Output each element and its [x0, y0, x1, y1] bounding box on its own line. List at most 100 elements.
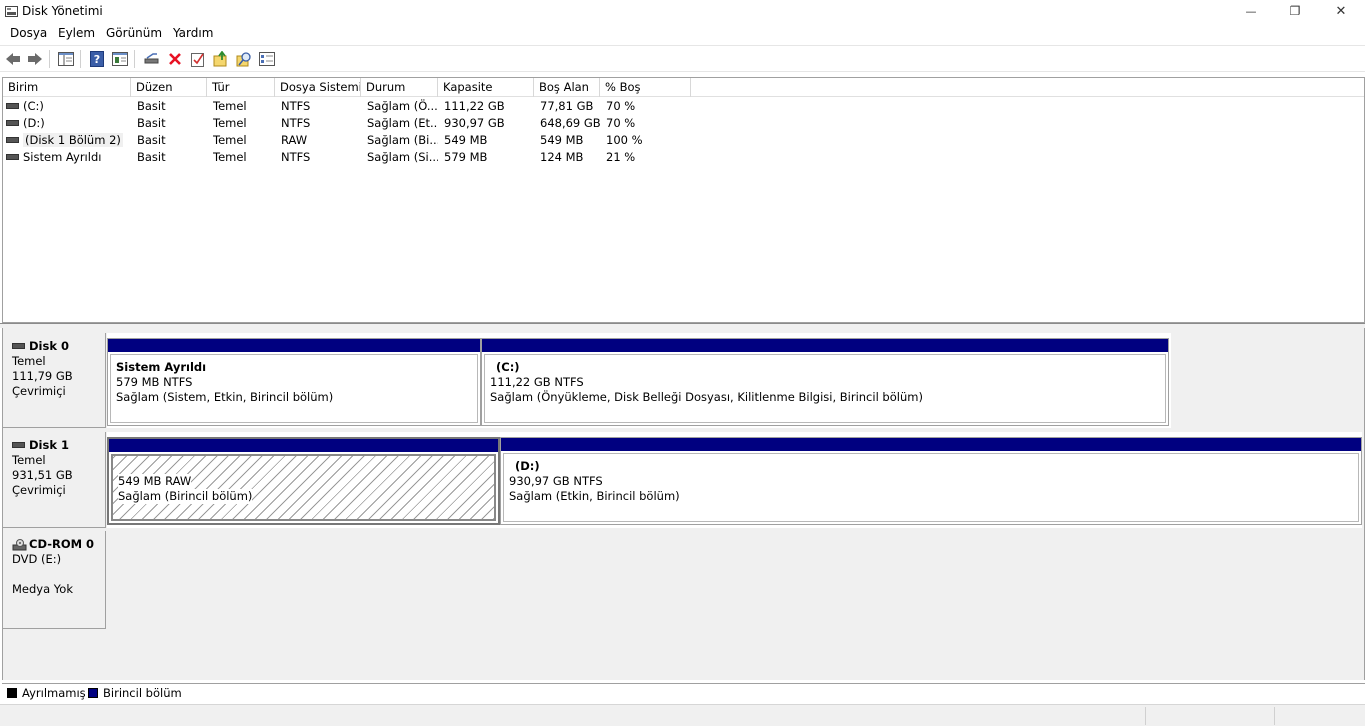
restore-button[interactable]: ❐	[1272, 0, 1318, 22]
partition-d[interactable]: (D:) 930,97 GB NTFS Sağlam (Etkin, Birin…	[500, 437, 1362, 525]
type-cell: Temel	[213, 150, 247, 164]
type-cell: Temel	[213, 99, 247, 113]
properties-sheet-button[interactable]	[258, 51, 276, 67]
primary-partition-bar	[482, 339, 1168, 352]
partition-title: (C:)	[496, 360, 520, 374]
column-header-capacity[interactable]: Kapasite	[438, 78, 534, 97]
menu-file[interactable]: Dosya	[10, 26, 47, 40]
drive-icon	[6, 136, 19, 143]
primary-partition-bar	[108, 339, 480, 352]
column-header-percent-free[interactable]: % Boş	[600, 78, 691, 97]
check-button[interactable]	[189, 51, 207, 67]
disk-status: Çevrimiçi	[12, 483, 66, 497]
volume-name: (C:)	[23, 99, 44, 113]
column-header-volume[interactable]: Birim	[3, 78, 131, 97]
file-system-cell: NTFS	[281, 150, 311, 164]
disk-management-window: Disk Yönetimi — ❐ ✕ Dosya Eylem Görünüm …	[0, 0, 1365, 726]
properties-button[interactable]	[111, 51, 129, 67]
toolbar-separator	[80, 50, 81, 68]
delete-button[interactable]	[166, 51, 184, 67]
capacity-cell: 930,97 GB	[444, 116, 505, 130]
percent-free-cell: 70 %	[606, 99, 636, 113]
percent-free-cell: 70 %	[606, 116, 636, 130]
title-bar: Disk Yönetimi — ❐ ✕	[0, 0, 1365, 24]
partition-size: 930,97 GB NTFS	[509, 474, 603, 488]
partition-status: Sağlam (Etkin, Birincil bölüm)	[509, 489, 680, 503]
column-header-file-system[interactable]: Dosya Sistemi	[275, 78, 361, 97]
disk-status: Medya Yok	[12, 582, 73, 596]
volume-list: Birim Düzen Tür Dosya Sistemi Durum Kapa…	[2, 77, 1365, 323]
help-button[interactable]: ?	[88, 51, 106, 67]
table-row[interactable]: (Disk 1 Bölüm 2) Basit Temel RAW Sağlam …	[3, 131, 1364, 148]
column-header-type[interactable]: Tür	[207, 78, 275, 97]
show-hide-console-tree-icon	[58, 52, 74, 66]
type-cell: Temel	[213, 116, 247, 130]
cd-rom-0-label[interactable]: CD-ROM 0 DVD (E:) Medya Yok	[3, 531, 106, 629]
status-cell: Sağlam (Ö...	[367, 99, 438, 113]
disk-1-label[interactable]: Disk 1 Temel 931,51 GB Çevrimiçi	[3, 432, 106, 528]
volume-list-header: Birim Düzen Tür Dosya Sistemi Durum Kapa…	[3, 78, 1364, 97]
layout-cell: Basit	[137, 116, 166, 130]
minimize-button[interactable]: —	[1228, 0, 1274, 22]
legend-label-primary: Birincil bölüm	[103, 686, 182, 700]
back-button[interactable]	[4, 51, 22, 67]
disk-size: 111,79 GB	[12, 369, 73, 383]
menu-action[interactable]: Eylem	[58, 26, 95, 40]
show-hide-console-tree-button[interactable]	[57, 51, 75, 67]
file-system-cell: NTFS	[281, 99, 311, 113]
status-cell: Sağlam (Si...	[367, 150, 438, 164]
file-system-cell: RAW	[281, 133, 308, 147]
column-header-free-space[interactable]: Boş Alan	[534, 78, 600, 97]
partition-title: Sistem Ayrıldı	[116, 360, 207, 374]
table-row[interactable]: Sistem Ayrıldı Basit Temel NTFS Sağlam (…	[3, 148, 1364, 165]
drive-icon	[6, 102, 19, 109]
legend-swatch-unallocated	[7, 688, 17, 698]
legend-label-unallocated: Ayrılmamış	[22, 686, 86, 700]
export-list-button[interactable]	[212, 51, 230, 67]
forward-button[interactable]	[26, 51, 44, 67]
partition-size: 111,22 GB NTFS	[490, 375, 584, 389]
restore-icon: ❐	[1289, 4, 1301, 18]
free-space-cell: 77,81 GB	[540, 99, 594, 113]
percent-free-cell: 100 %	[606, 133, 643, 147]
close-button[interactable]: ✕	[1318, 0, 1364, 22]
disk-size: 931,51 GB	[12, 468, 73, 482]
table-row[interactable]: (D:) Basit Temel NTFS Sağlam (Et... 930,…	[3, 114, 1364, 131]
status-bar-separator	[1274, 707, 1275, 725]
menu-help[interactable]: Yardım	[173, 26, 213, 40]
toolbar: ?	[0, 45, 1365, 72]
disk-type: Temel	[12, 453, 46, 467]
legend-swatch-primary	[88, 688, 98, 698]
layout-cell: Basit	[137, 133, 166, 147]
window-title: Disk Yönetimi	[22, 4, 103, 18]
find-icon	[236, 52, 251, 67]
connect-drive-button[interactable]	[143, 51, 161, 67]
percent-free-cell: 21 %	[606, 150, 636, 164]
check-icon	[191, 53, 204, 67]
partition-status: Sağlam (Birincil bölüm)	[118, 489, 253, 504]
column-header-status[interactable]: Durum	[361, 78, 438, 97]
disk-0-label[interactable]: Disk 0 Temel 111,79 GB Çevrimiçi	[3, 333, 106, 428]
layout-cell: Basit	[137, 150, 166, 164]
menu-bar: Dosya Eylem Görünüm Yardım	[0, 24, 1365, 44]
column-header-layout[interactable]: Düzen	[131, 78, 207, 97]
find-button[interactable]	[235, 51, 253, 67]
status-cell: Sağlam (Bi...	[367, 133, 438, 147]
free-space-cell: 124 MB	[540, 150, 584, 164]
close-icon: ✕	[1335, 3, 1347, 19]
volume-name: Sistem Ayrıldı	[23, 150, 102, 164]
table-row[interactable]: (C:) Basit Temel NTFS Sağlam (Ö... 111,2…	[3, 97, 1364, 114]
free-space-cell: 549 MB	[540, 133, 584, 147]
partition-system-reserved[interactable]: Sistem Ayrıldı 579 MB NTFS Sağlam (Siste…	[107, 338, 481, 426]
disk-name: CD-ROM 0	[29, 537, 95, 551]
disk-icon	[12, 342, 25, 349]
partition-disk-1-part-2[interactable]: 549 MB RAW Sağlam (Birincil bölüm)	[107, 437, 500, 525]
menu-view[interactable]: Görünüm	[106, 26, 162, 40]
partition-c[interactable]: (C:) 111,22 GB NTFS Sağlam (Önyükleme, D…	[481, 338, 1169, 426]
disk-type: Temel	[12, 354, 46, 368]
status-bar-separator	[1145, 707, 1146, 725]
disk-icon	[12, 441, 25, 448]
disk-type: DVD (E:)	[12, 552, 62, 566]
toolbar-separator	[134, 50, 135, 68]
partition-title: (D:)	[515, 459, 540, 473]
